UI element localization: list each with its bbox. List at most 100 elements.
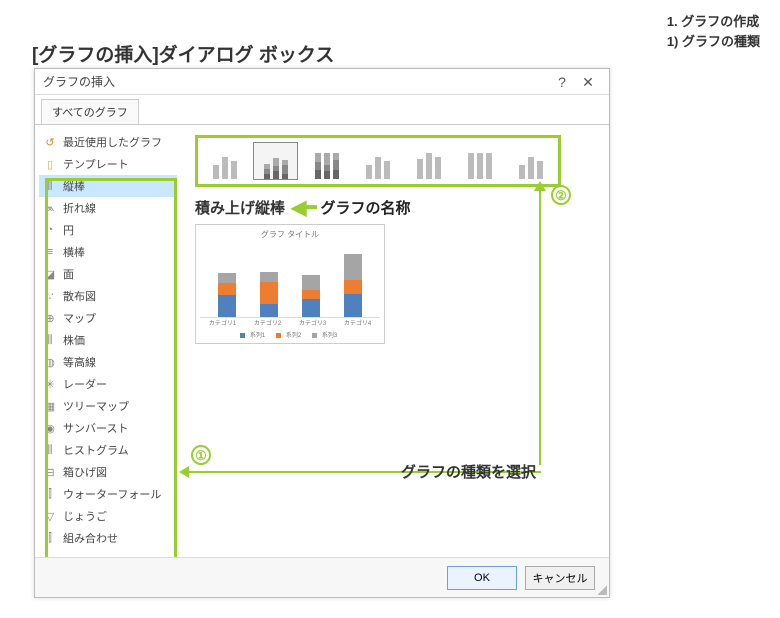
sidebar-item-label: 等高線 [63, 354, 96, 370]
preview-col [260, 272, 278, 317]
recent-icon: ↺ [43, 136, 57, 149]
sidebar-item-label: 散布図 [63, 288, 96, 304]
annotation-chart-name: グラフの名称 [320, 197, 410, 218]
chart-type-sidebar: ↺最近使用したグラフ ▯テンプレート ⫼縦棒 ⩕折れ線 ◔円 ≡横棒 ◪面 ∵散… [35, 125, 181, 578]
sidebar-item-funnel[interactable]: ▽ じょうご [39, 505, 177, 527]
sidebar-item-waterfall[interactable]: ⫿ウォーターフォール [39, 483, 177, 505]
sidebar-item-area[interactable]: ◪面 [39, 263, 177, 285]
sidebar-item-treemap[interactable]: ▦ ツリーマップ [39, 395, 177, 417]
arrow-vertical-icon [539, 189, 541, 465]
template-icon: ▯ [43, 158, 57, 171]
legend-item: 系列1 [250, 333, 265, 339]
sidebar-item-label: じょうご [63, 508, 107, 524]
tab-strip: すべてのグラフ [35, 95, 609, 124]
scatter-icon: ∵ [43, 290, 57, 303]
sidebar-item-scatter[interactable]: ∵ 散布図 [39, 285, 177, 307]
sidebar-item-surface[interactable]: ◍ 等高線 [39, 351, 177, 373]
dialog-body: ↺最近使用したグラフ ▯テンプレート ⫼縦棒 ⩕折れ線 ◔円 ≡横棒 ◪面 ∵散… [35, 124, 609, 578]
sidebar-item-label: 横棒 [63, 244, 85, 260]
legend-item: 系列3 [322, 333, 337, 339]
surface-icon: ◍ [43, 356, 57, 369]
sidebar-item-sunburst[interactable]: ◉サンバースト [39, 417, 177, 439]
arrow-left-icon: ◀━ [291, 195, 314, 220]
sunburst-icon: ◉ [43, 422, 57, 435]
preview-title: グラフ タイトル [200, 229, 380, 240]
preview-x-labels: カテゴリ1 カテゴリ2 カテゴリ3 カテゴリ4 [200, 318, 380, 327]
preview-col [218, 273, 236, 317]
sidebar-item-label: テンプレート [63, 156, 129, 172]
xlabel: カテゴリ1 [209, 318, 236, 327]
sidebar-item-combo[interactable]: ⫿ 組み合わせ [39, 527, 177, 549]
preview-chart-area [200, 240, 380, 318]
subtype-thumb-row [195, 135, 561, 187]
xlabel: カテゴリ4 [344, 318, 371, 327]
insert-chart-dialog: グラフの挿入 ? ✕ すべてのグラフ ↺ 最近使用したグラフ ▯ テンプレート ⫼ 縦… [34, 68, 610, 598]
subtype-3d-100pct-stacked-column[interactable] [458, 142, 503, 180]
bar-icon: ≡ [43, 246, 57, 258]
tab-all-charts[interactable]: すべてのグラフ [41, 99, 139, 124]
sidebar-item-histogram[interactable]: ⫼ ヒストグラム [39, 439, 177, 461]
sidebar-item-boxwhisker[interactable]: ⊟箱ひげ図 [39, 461, 177, 483]
sidebar-item-label: レーダー [63, 376, 107, 392]
sidebar-item-stock[interactable]: ⫼ 株価 [39, 329, 177, 351]
map-icon: ⊕ [43, 312, 57, 325]
histogram-icon: ⫼ [43, 444, 57, 457]
subtype-stacked-column[interactable] [253, 142, 298, 180]
header-line-2: 1) グラフの種類 [667, 32, 760, 52]
annotation-select-type: グラフの種類を選択 [401, 461, 536, 482]
sidebar-item-map[interactable]: ⊕ マップ [39, 307, 177, 329]
sidebar-item-label: 折れ線 [63, 200, 96, 216]
pie-icon: ◔ [43, 224, 57, 236]
radar-icon: ✳ [43, 378, 57, 391]
dialog-footer: OK キャンセル [35, 557, 609, 597]
subtype-100pct-stacked-column[interactable] [304, 142, 349, 180]
sidebar-item-label: 円 [63, 222, 74, 238]
sidebar-item-column[interactable]: ⫼ 縦棒 [39, 175, 177, 197]
help-button[interactable]: ? [549, 69, 575, 95]
sidebar-item-label: ヒストグラム [63, 442, 129, 458]
sidebar-item-label: 面 [63, 266, 74, 282]
sidebar-item-label: ツリーマップ [63, 398, 129, 414]
resize-handle[interactable] [597, 585, 607, 595]
xlabel: カテゴリ3 [299, 318, 326, 327]
column-icon: ⫼ [43, 180, 57, 193]
sidebar-item-template[interactable]: ▯ テンプレート [39, 153, 177, 175]
sidebar-item-label: 株価 [63, 332, 85, 348]
subtype-3d-column[interactable] [509, 142, 554, 180]
combo-icon: ⫿ [43, 532, 57, 545]
chart-subtype-name: 積み上げ縦棒 [195, 197, 285, 218]
line-icon: ⩕ [43, 202, 57, 215]
sidebar-item-bar[interactable]: ≡ 横棒 [39, 241, 177, 263]
preview-legend: 系列1 系列2 系列3 [200, 330, 380, 339]
legend-item: 系列2 [286, 333, 301, 339]
cancel-button[interactable]: キャンセル [525, 566, 595, 590]
sidebar-item-recent[interactable]: ↺ 最近使用したグラフ [39, 131, 177, 153]
chart-preview[interactable]: グラフ タイトル カテゴリ1 カテゴリ2 カテゴリ3 カテゴリ4 系列1 系列2 [195, 224, 385, 344]
dialog-titlebar: グラフの挿入 ? ✕ [35, 69, 609, 95]
xlabel: カテゴリ2 [254, 318, 281, 327]
subtype-3d-stacked-column[interactable] [407, 142, 452, 180]
funnel-icon: ▽ [43, 510, 57, 523]
page-title: [グラフの挿入]ダイアログ ボックス [32, 40, 334, 67]
ok-button[interactable]: OK [447, 566, 517, 590]
header-line-1: 1. グラフの作成 [667, 12, 760, 32]
sidebar-item-label: 組み合わせ [63, 530, 118, 546]
stock-icon: ⫼ [43, 334, 57, 347]
sidebar-item-label: マップ [63, 310, 96, 326]
dialog-title: グラフの挿入 [43, 69, 115, 95]
subtype-3d-clustered-column[interactable] [355, 142, 400, 180]
waterfall-icon: ⫿ [43, 488, 57, 501]
callout-1: ① [191, 445, 211, 465]
close-button[interactable]: ✕ [575, 69, 601, 95]
sidebar-item-label: 縦棒 [63, 178, 85, 194]
sidebar-item-line[interactable]: ⩕ 折れ線 [39, 197, 177, 219]
sidebar-item-pie[interactable]: ◔円 [39, 219, 177, 241]
sidebar-item-radar[interactable]: ✳ レーダー [39, 373, 177, 395]
sidebar-item-label: 最近使用したグラフ [63, 134, 162, 150]
area-icon: ◪ [43, 268, 57, 281]
treemap-icon: ▦ [43, 400, 57, 413]
callout-2: ② [551, 185, 571, 205]
preview-col [302, 275, 320, 317]
subtype-clustered-column[interactable] [202, 142, 247, 180]
sidebar-item-label: 箱ひげ図 [63, 464, 107, 480]
